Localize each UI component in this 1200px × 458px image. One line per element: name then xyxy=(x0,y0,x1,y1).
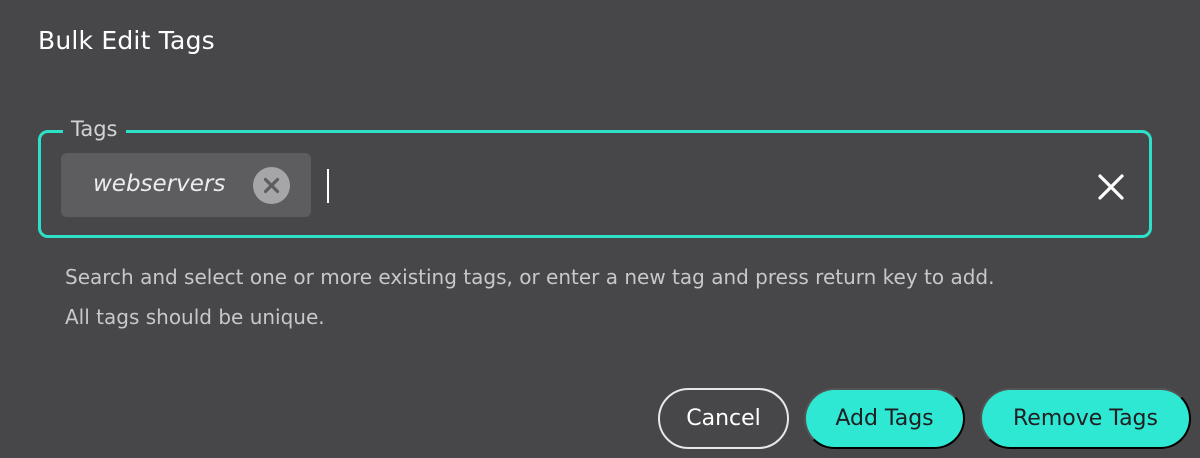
remove-tags-button[interactable]: Remove Tags xyxy=(980,388,1191,449)
add-tags-button[interactable]: Add Tags xyxy=(804,388,965,449)
helper-text-line: All tags should be unique. xyxy=(65,305,325,329)
tag-chip-webservers: webservers xyxy=(61,153,311,217)
text-input-caret[interactable] xyxy=(327,169,329,203)
dialog-title: Bulk Edit Tags xyxy=(38,26,215,55)
x-circle-icon[interactable] xyxy=(253,167,290,204)
helper-text-line: Search and select one or more existing t… xyxy=(65,265,995,289)
bulk-edit-tags-dialog: Bulk Edit Tags Tags webservers Search an… xyxy=(0,0,1200,458)
helper-text: Search and select one or more existing t… xyxy=(65,257,1175,337)
tags-field-label: Tags xyxy=(63,116,126,142)
cancel-button[interactable]: Cancel xyxy=(658,388,789,449)
tag-chip-label: webservers xyxy=(93,171,226,197)
close-icon[interactable] xyxy=(1097,173,1125,201)
tags-field[interactable]: Tags webservers xyxy=(38,116,1152,238)
